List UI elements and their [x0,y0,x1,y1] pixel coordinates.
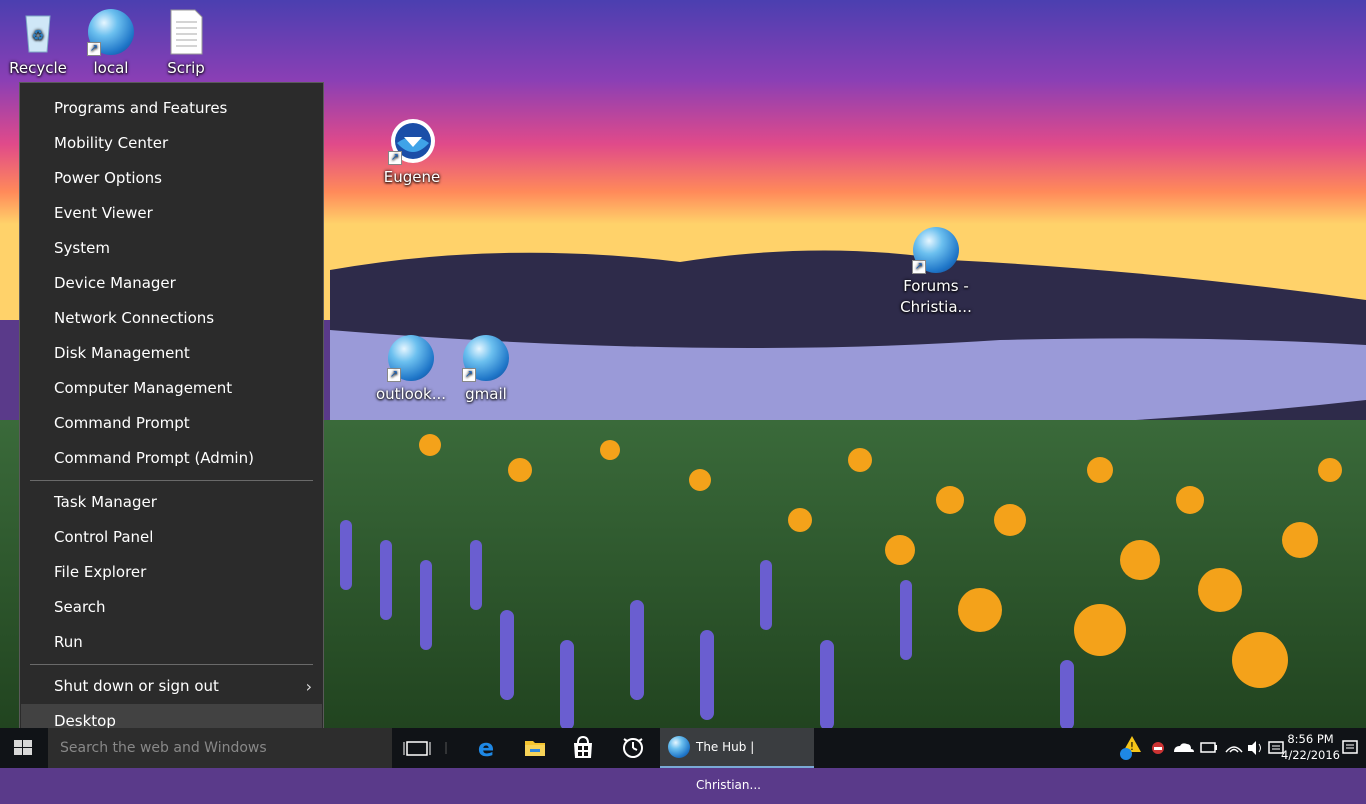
menu-item-task-manager[interactable]: Task Manager [21,485,322,520]
file-explorer-icon[interactable] [513,728,557,768]
globe-shortcut-icon: ↗ [87,8,135,56]
search-placeholder: Search the web and Windows [60,740,267,756]
menu-item-event-viewer[interactable]: Event Viewer [21,196,322,231]
menu-item-device-manager[interactable]: Device Manager [21,266,322,301]
clock-time: 8:56 PM [1287,732,1334,746]
menu-item-power-options[interactable]: Power Options [21,161,322,196]
taskbar-search-box[interactable]: Search the web and Windows [48,728,392,768]
recycle-bin-icon: ♻ [14,8,62,56]
desktop-icon-local[interactable]: ↗ local [74,8,148,79]
desktop-icon-label: local [93,59,129,77]
wifi-icon[interactable] [1225,746,1243,753]
chevron-right-icon: › [305,677,312,696]
taskbar-clock[interactable]: 8:56 PM 4/22/2016 [1281,731,1340,763]
desktop-icon-gmail[interactable]: ↗ gmail [449,334,523,405]
alarms-icon[interactable] [611,728,655,768]
desktop-icon-recycle-bin[interactable]: ♻ Recycle [1,8,75,79]
taskbar-app-the-hub[interactable]: The Hub | Christian... [660,728,814,792]
desktop-icon-label: Forums - Christia... [900,277,972,316]
document-icon [162,8,210,56]
defender-icon[interactable] [1152,742,1164,754]
system-tray: ! [1114,728,1294,768]
svg-text:♻: ♻ [32,28,45,44]
warning-icon[interactable]: ! [1120,736,1141,760]
menu-item-computer-management[interactable]: Computer Management [21,371,322,406]
menu-item-programs-and-features[interactable]: Programs and Features [21,91,322,126]
action-center-button[interactable] [1340,728,1360,768]
menu-item-command-prompt-admin[interactable]: Command Prompt (Admin) [21,441,322,476]
menu-item-command-prompt[interactable]: Command Prompt [21,406,322,441]
desktop-icon-label: outlook... [375,385,447,403]
volume-icon[interactable] [1248,741,1261,755]
menu-item-system[interactable]: System [21,231,322,266]
menu-item-network-connections[interactable]: Network Connections [21,301,322,336]
store-icon[interactable] [561,728,605,768]
globe-shortcut-icon: ↗ [912,226,960,274]
notification-icon [1342,740,1358,754]
svg-text:e: e [478,734,494,762]
desktop-icon-scrip[interactable]: Scrip [149,8,223,79]
edge-icon[interactable]: e [464,728,508,768]
noaa-shortcut-icon: ↗ [388,117,436,165]
task-view-icon[interactable] [396,728,440,768]
menu-item-mobility-center[interactable]: Mobility Center [21,126,322,161]
menu-item-search[interactable]: Search [21,590,322,625]
taskbar-app-title: The Hub | Christian... [696,740,761,792]
desktop-icon-eugene[interactable]: ↗ Eugene [375,117,449,188]
desktop-icon-label: gmail [465,385,507,403]
menu-item-run[interactable]: Run [21,625,322,660]
menu-item-control-panel[interactable]: Control Panel [21,520,322,555]
menu-separator [30,664,313,665]
battery-icon[interactable] [1200,742,1217,753]
desktop-icon-forums[interactable]: ↗ Forums - Christia... [899,226,973,318]
windows-logo-icon [14,740,32,755]
start-button[interactable] [0,728,48,768]
onedrive-icon[interactable] [1174,743,1194,752]
globe-icon [668,736,690,758]
desktop-icon-label: Recycle [9,59,67,77]
menu-item-shut-down-or-sign-out[interactable]: Shut down or sign out › [21,669,322,704]
divider-icon [436,728,456,768]
desktop-icon-label: Eugene [383,168,441,186]
power-user-menu: Programs and Features Mobility Center Po… [19,82,324,740]
menu-item-file-explorer[interactable]: File Explorer [21,555,322,590]
desktop-icon-outlook[interactable]: ↗ outlook... [374,334,448,405]
globe-shortcut-icon: ↗ [462,334,510,382]
menu-separator [30,480,313,481]
desktop-icon-label: Scrip [167,59,205,77]
taskbar: Search the web and Windows e The Hub | C… [0,728,1366,792]
globe-shortcut-icon: ↗ [387,334,435,382]
menu-item-disk-management[interactable]: Disk Management [21,336,322,371]
clock-date: 4/22/2016 [1281,748,1340,762]
